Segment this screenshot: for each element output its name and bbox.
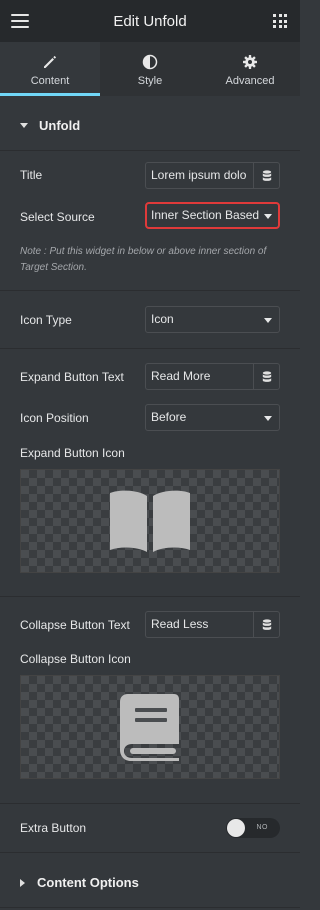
section-unfold-toggle[interactable]: Unfold — [0, 101, 300, 151]
tab-style[interactable]: Style — [100, 42, 200, 96]
half-circle-icon — [142, 54, 158, 70]
expand-text-label: Expand Button Text — [20, 370, 124, 384]
panel-title: Edit Unfold — [113, 12, 187, 30]
extra-button-label: Extra Button — [20, 821, 87, 835]
title-label: Title — [20, 168, 43, 182]
collapse-text-label: Collapse Button Text — [20, 618, 130, 632]
icon-type-value: Icon — [151, 312, 174, 326]
collapse-icon-label: Collapse Button Icon — [20, 652, 131, 666]
pencil-icon — [44, 55, 57, 68]
book-icon — [120, 694, 179, 761]
hamburger-icon[interactable] — [11, 14, 29, 28]
divider — [0, 596, 300, 597]
chevron-down-icon — [264, 318, 272, 323]
gear-icon — [243, 55, 257, 69]
apps-grid-icon[interactable] — [273, 14, 287, 28]
divider — [0, 348, 300, 349]
icon-type-label: Icon Type — [20, 313, 72, 327]
divider — [0, 290, 300, 291]
tab-style-label: Style — [137, 75, 163, 87]
caret-right-icon — [20, 878, 25, 887]
icon-position-dropdown[interactable]: Before — [145, 404, 280, 431]
divider — [0, 803, 300, 804]
title-dynamic-tags-button[interactable] — [253, 162, 280, 189]
extra-button-toggle[interactable]: NO — [226, 818, 280, 838]
expand-icon-label: Expand Button Icon — [20, 446, 125, 460]
tab-advanced[interactable]: Advanced — [200, 42, 300, 96]
section-unfold-title: Unfold — [39, 118, 81, 133]
editor-header: Edit Unfold — [0, 0, 300, 42]
section-content-options-toggle[interactable]: Content Options — [0, 858, 300, 908]
select-source-value: Inner Section Based — [151, 208, 260, 222]
database-icon — [262, 169, 271, 181]
tab-content-label: Content — [30, 75, 70, 87]
expand-icon-picker[interactable] — [20, 469, 280, 573]
source-note: Note : Put this widget in below or above… — [20, 246, 267, 273]
collapse-text-dynamic-tags-button[interactable] — [253, 611, 280, 638]
chevron-down-icon — [264, 214, 272, 219]
expand-text-input[interactable]: Read More — [145, 363, 253, 390]
caret-down-icon — [20, 123, 28, 128]
select-source-dropdown[interactable]: Inner Section Based — [145, 202, 280, 229]
toggle-knob — [227, 819, 245, 837]
icon-position-value: Before — [151, 410, 187, 424]
icon-position-label: Icon Position — [20, 411, 89, 425]
icon-type-dropdown[interactable]: Icon — [145, 306, 280, 333]
toggle-state-label: NO — [256, 824, 268, 831]
tab-advanced-label: Advanced — [225, 75, 275, 87]
section-content-options-title: Content Options — [37, 875, 139, 890]
collapse-text-input[interactable]: Read Less — [145, 611, 253, 638]
chevron-down-icon — [264, 416, 272, 421]
database-icon — [262, 370, 271, 382]
expand-text-dynamic-tags-button[interactable] — [253, 363, 280, 390]
divider — [0, 852, 300, 853]
select-source-label: Select Source — [20, 210, 95, 224]
collapse-icon-picker[interactable] — [20, 675, 280, 779]
title-input[interactable]: Lorem ipsum dolo — [145, 162, 253, 189]
editor-tabs: Content Style Advanced — [0, 42, 300, 96]
database-icon — [262, 618, 271, 630]
tab-content[interactable]: Content — [0, 42, 100, 96]
book-open-icon — [110, 490, 190, 552]
